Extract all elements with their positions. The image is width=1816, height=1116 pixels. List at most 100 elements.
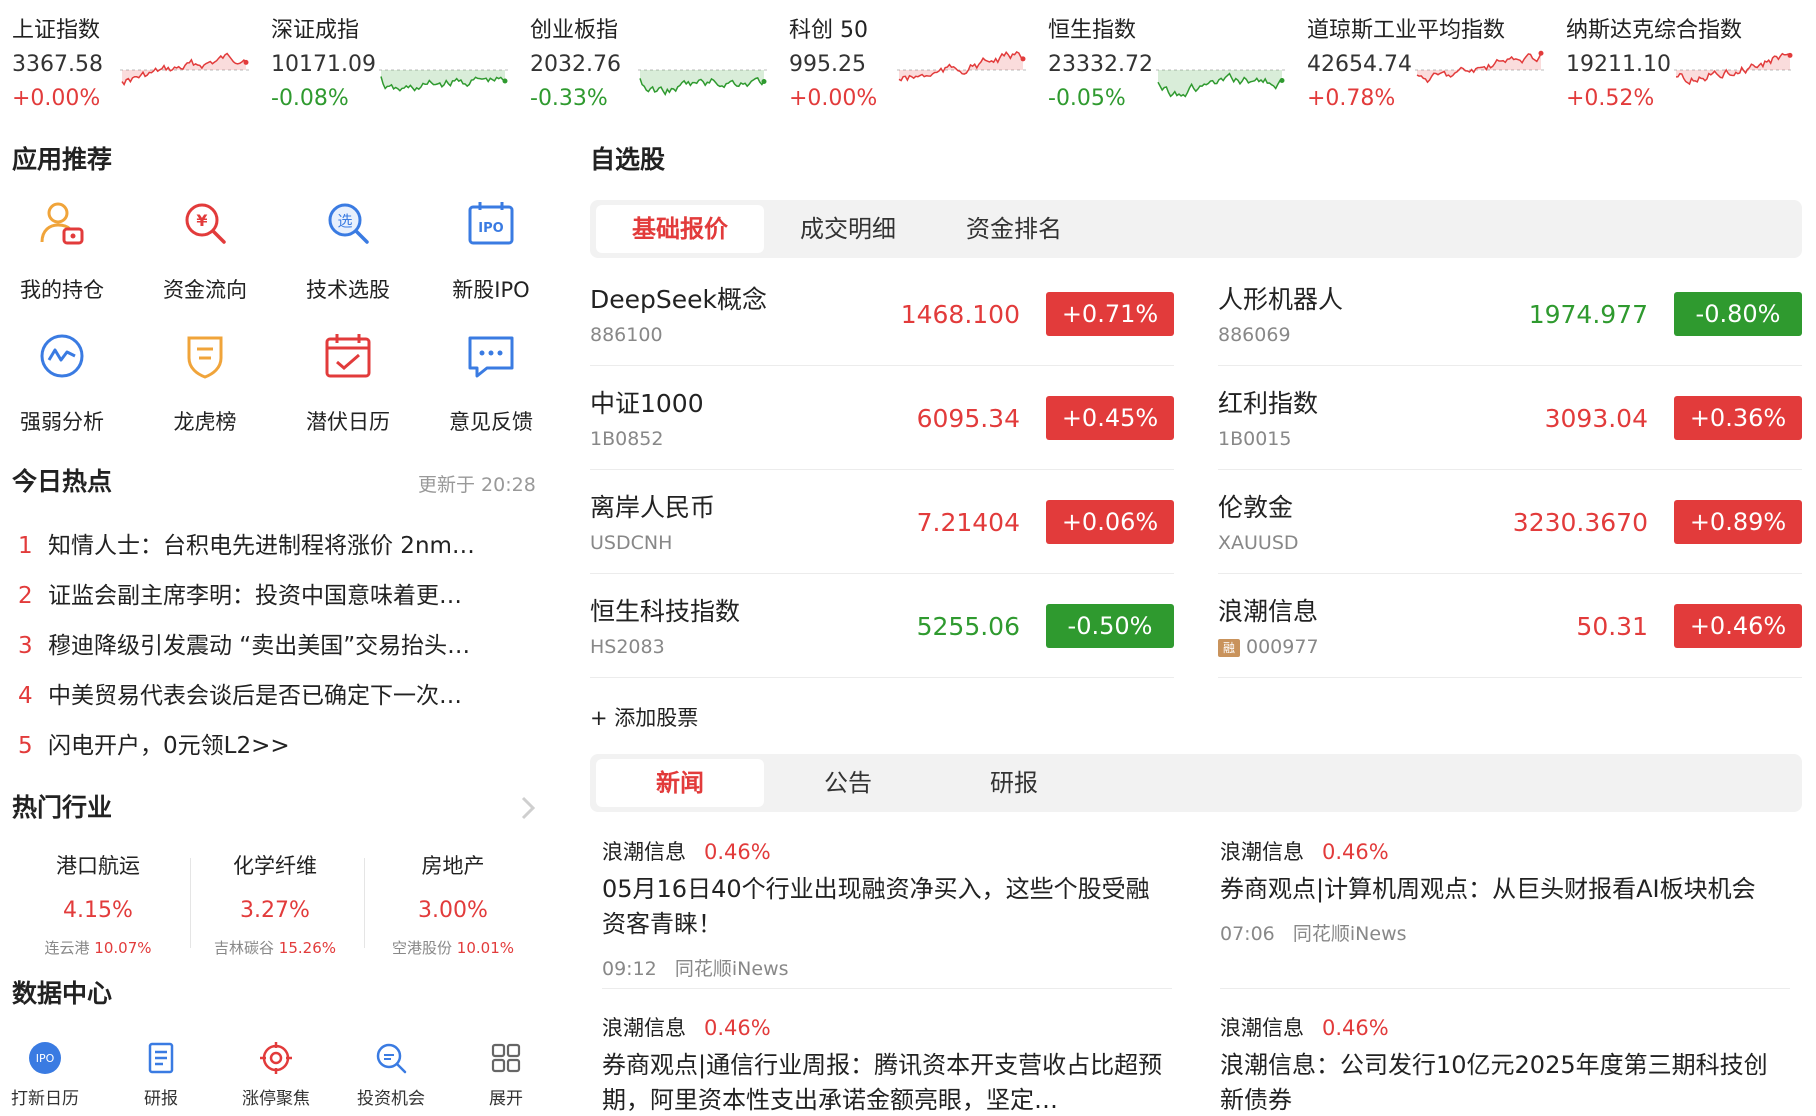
index-card[interactable]: 恒生指数 23332.72 -0.05%: [1048, 8, 1298, 118]
index-card[interactable]: 科创 50 995.25 +0.00%: [789, 8, 1039, 118]
index-change: +0.00%: [789, 86, 878, 111]
news-source: 同花顺iNews: [1292, 923, 1407, 945]
dc-research-report[interactable]: 研报: [111, 1040, 211, 1109]
industry-name: 房地产: [421, 854, 485, 878]
watchlist-row[interactable]: 恒生科技指数 HS2083 5255.06 -0.50%: [590, 574, 1174, 678]
dc-expand[interactable]: 展开: [456, 1040, 556, 1109]
stock-name: 中证1000: [590, 389, 704, 418]
index-card[interactable]: 深证成指 10171.09 -0.08%: [271, 8, 521, 118]
app-dragon-tiger[interactable]: 龙虎榜: [145, 330, 265, 450]
app-feedback[interactable]: 意见反馈: [431, 330, 551, 450]
sparkline-area: [381, 70, 505, 91]
watchlist-tabs: 基础报价 成交明细 资金排名: [590, 200, 1802, 258]
app-my-holdings[interactable]: 我的持仓: [2, 198, 122, 318]
dc-ipo-calendar[interactable]: IPO 打新日历: [0, 1040, 95, 1109]
news-stock-pct: 0.46%: [1322, 840, 1389, 864]
industry-card[interactable]: 港口航运 4.15% 连云港 10.07%: [8, 850, 188, 958]
hot-item-rank: 2: [18, 583, 33, 609]
tab-news[interactable]: 新闻: [596, 759, 764, 807]
industry-pct: 4.15%: [63, 898, 133, 923]
watchlist-row[interactable]: DeepSeek概念 886100 1468.100 +0.71%: [590, 262, 1174, 366]
news-item[interactable]: 浪潮信息 0.46% 券商观点|计算机周观点：从巨头财报看AI板块机会 07:06…: [1220, 836, 1790, 946]
sparkline-last-point: [243, 59, 249, 65]
app-ambush-calendar[interactable]: 潜伏日历: [288, 330, 408, 450]
stock-name: 红利指数: [1218, 389, 1319, 418]
watchlist-row[interactable]: 人形机器人 886069 1974.977 -0.80%: [1218, 262, 1802, 366]
industry-leader-name: 吉林碳谷: [214, 939, 275, 957]
hot-item[interactable]: 3 穆迪降级引发震动 “卖出美国”交易抬头…: [18, 626, 538, 666]
news-time: 09:12: [602, 958, 657, 980]
index-card[interactable]: 纳斯达克综合指数 19211.10 +0.52%: [1566, 8, 1816, 118]
news-item[interactable]: 浪潮信息 0.46% 券商观点|通信行业周报：腾讯资本开支营收占比超预期，阿里资本…: [602, 1012, 1172, 1116]
news-source: 同花顺iNews: [674, 958, 789, 980]
index-value: 23332.72: [1048, 52, 1153, 77]
stock-price: 3093.04: [1544, 404, 1648, 433]
industry-pct: 3.00%: [418, 898, 488, 923]
stock-name: DeepSeek概念: [590, 285, 767, 314]
hot-item-rank: 3: [18, 633, 33, 659]
news-item[interactable]: 浪潮信息 0.46% 浪潮信息：公司发行10亿元2025年度第三期科技创新债券: [1220, 1012, 1790, 1116]
index-name: 深证成指: [271, 18, 360, 43]
add-stock-button[interactable]: + 添加股票: [590, 702, 698, 732]
index-name: 科创 50: [789, 18, 868, 43]
watchlist-row[interactable]: 离岸人民币 USDCNH 7.21404 +0.06%: [590, 470, 1174, 574]
sparkline-last-point: [502, 78, 508, 84]
industry-name: 化学纤维: [233, 854, 317, 878]
stock-code: HS2083: [590, 636, 665, 658]
divider: [602, 988, 1172, 989]
hot-item[interactable]: 1 知情人士：台积电先进制程将涨价 2nm…: [18, 526, 538, 566]
news-stock-pct: 0.46%: [704, 840, 771, 864]
sparkline-area: [1158, 70, 1282, 97]
hot-item-rank: 1: [18, 533, 33, 559]
svg-text:选: 选: [337, 212, 352, 230]
tab-basic-quote[interactable]: 基础报价: [596, 205, 764, 253]
tab-fund-ranking[interactable]: 资金排名: [930, 205, 1098, 253]
stock-code: 886100: [590, 324, 663, 346]
stock-price: 6095.34: [916, 404, 1020, 433]
tab-trade-detail[interactable]: 成交明细: [764, 205, 932, 253]
app-new-ipo[interactable]: IPO 新股IPO: [431, 198, 551, 318]
app-tech-stock-picker[interactable]: 选 技术选股: [288, 198, 408, 318]
sparkline-area: [640, 70, 764, 95]
index-sparkline: [1674, 52, 1794, 86]
dc-limit-up-focus[interactable]: 涨停聚焦: [226, 1040, 326, 1109]
app-label: 强弱分析: [20, 410, 104, 434]
news-stock: 浪潮信息: [1220, 840, 1304, 864]
industry-card[interactable]: 化学纤维 3.27% 吉林碳谷 15.26%: [185, 850, 365, 958]
hot-item[interactable]: 5 闪电开户，0元领L2>>: [18, 726, 538, 766]
app-label: 龙虎榜: [173, 410, 237, 434]
portfolio-icon: [40, 202, 84, 245]
stock-code: 000977: [1246, 636, 1319, 658]
index-card[interactable]: 道琼斯工业平均指数 42654.74 +0.78%: [1307, 8, 1557, 118]
news-title: 券商观点|计算机周观点：从巨头财报看AI板块机会: [1220, 875, 1756, 903]
chevron-right-icon[interactable]: [518, 794, 538, 822]
industries-title: 热门行业: [12, 793, 113, 822]
stock-change-badge: +0.46%: [1674, 604, 1802, 648]
index-card[interactable]: 上证指数 3367.58 +0.00%: [12, 8, 262, 118]
index-value: 19211.10: [1566, 52, 1671, 77]
watchlist-row[interactable]: 红利指数 1B0015 3093.04 +0.36%: [1218, 366, 1802, 470]
app-label: 潜伏日历: [306, 410, 390, 434]
hot-item-rank: 4: [18, 683, 33, 709]
app-money-flow[interactable]: ¥ 资金流向: [145, 198, 265, 318]
app-label: 新股IPO: [452, 278, 530, 302]
news-head: 浪潮信息 0.46%: [1220, 836, 1790, 866]
watchlist-row[interactable]: 浪潮信息 融 000977 50.31 +0.46%: [1218, 574, 1802, 678]
stock-price: 3230.3670: [1512, 508, 1648, 537]
dc-investment-opportunity[interactable]: 投资机会: [341, 1040, 441, 1109]
stock-price: 1468.100: [900, 300, 1020, 329]
hot-item[interactable]: 4 中美贸易代表会谈后是否已确定下一次…: [18, 676, 538, 716]
news-item[interactable]: 浪潮信息 0.46% 05月16日40个行业出现融资净买入，这些个股受融资客青睐！…: [602, 836, 1172, 981]
watchlist-row[interactable]: 中证1000 1B0852 6095.34 +0.45%: [590, 366, 1174, 470]
hot-item-text: 知情人士：台积电先进制程将涨价 2nm…: [48, 533, 475, 559]
hot-item[interactable]: 2 证监会副主席李明：投资中国意味着更…: [18, 576, 538, 616]
watchlist-row[interactable]: 伦敦金 XAUUSD 3230.3670 +0.89%: [1218, 470, 1802, 574]
hot-item-text: 证监会副主席李明：投资中国意味着更…: [48, 583, 462, 609]
app-strength-analysis[interactable]: 强弱分析: [2, 330, 122, 450]
industry-card[interactable]: 房地产 3.00% 空港股份 10.01%: [363, 850, 543, 958]
ipo-badge-icon: IPO: [29, 1042, 61, 1074]
index-card[interactable]: 创业板指 2032.76 -0.33%: [530, 8, 780, 118]
tab-announcements[interactable]: 公告: [764, 759, 932, 807]
tab-research[interactable]: 研报: [930, 759, 1098, 807]
stock-code-wrap: 融 000977: [1218, 636, 1319, 658]
